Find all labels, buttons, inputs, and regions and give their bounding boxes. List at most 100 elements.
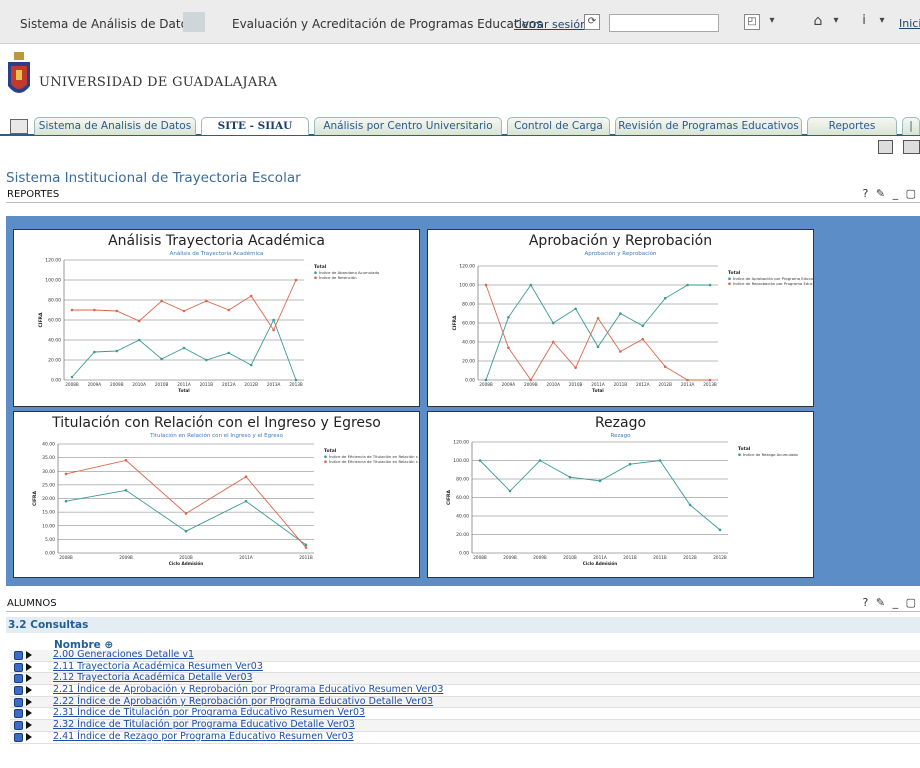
data-point (272, 328, 275, 332)
expand-arrow-icon[interactable] (26, 686, 32, 695)
y-tick-label: 80.00 (48, 298, 61, 304)
chevron-down-icon[interactable]: ▾ (828, 14, 844, 30)
y-tick-label: 60.00 (48, 318, 61, 324)
tab-bar: Sistema de Analisis de Datos SITE - SIIA… (0, 116, 920, 136)
report-link[interactable]: 2.41 Índice de Rezago por Programa Educa… (53, 731, 354, 742)
x-tick-label: 2009B (110, 382, 124, 387)
report-link[interactable]: 2.22 Índice de Aprobación y Reprobación … (53, 696, 433, 707)
view-icon[interactable] (14, 732, 23, 742)
x-tick-label: 2008B (65, 382, 79, 387)
home-link[interactable]: Inicio (899, 17, 920, 30)
chevron-down-icon[interactable]: ▾ (874, 14, 890, 30)
x-tick-label: 2011B (623, 555, 637, 560)
data-point (529, 283, 533, 287)
expand-arrow-icon[interactable] (26, 651, 32, 659)
data-point (160, 299, 163, 303)
view-icon[interactable] (14, 721, 23, 731)
report-link[interactable]: 2.21 Índice de Aprobación y Reprobación … (53, 684, 443, 695)
tab-revision-programas[interactable]: Revisión de Programas Educativos (615, 117, 802, 135)
y-tick-label: 10.00 (42, 523, 55, 529)
app-title: Sistema de Análisis de Datos (20, 17, 195, 31)
chart-rezago[interactable]: Rezago Rezago 0.00 20.00 40.00 60.00 80.00 10… (427, 411, 814, 578)
refresh-icon[interactable]: ⟳ (584, 14, 600, 30)
chart-aprobacion[interactable]: Aprobación y Reprobación Aprobación y Re… (427, 229, 814, 407)
data-point (137, 338, 141, 342)
data-point (508, 489, 512, 493)
view-icon[interactable] (14, 662, 23, 672)
data-point (160, 357, 163, 361)
report-link[interactable]: 2.32 Índice de Titulación por Programa E… (53, 719, 355, 730)
data-point (182, 309, 186, 313)
tab-analisis-centro[interactable]: Análisis por Centro Universitario (314, 117, 502, 135)
y-tick-label: 30.00 (42, 469, 55, 475)
expand-arrow-icon[interactable] (26, 697, 32, 706)
chart-titulacion[interactable]: Titulación con Relación con el Ingreso y… (13, 411, 420, 578)
legend-swatch (728, 277, 731, 280)
view-icon[interactable] (14, 697, 23, 707)
x-tick-label: 2011A (591, 382, 605, 387)
x-tick-label: 2013B (289, 382, 303, 387)
tab-site-siiau[interactable]: SITE - SIIAU (201, 117, 309, 135)
reportes-controls[interactable]: ? ✎ _ ▢ (863, 187, 918, 200)
logout-link[interactable]: Cerrar sesión (514, 17, 587, 31)
x-tick-label: 2009B (524, 382, 538, 387)
tab-control-carga[interactable]: Control de Carga (507, 117, 610, 135)
expand-arrow-icon[interactable] (26, 732, 32, 741)
data-point (205, 299, 208, 303)
data-point (184, 529, 188, 533)
data-point (227, 351, 231, 355)
data-point (249, 294, 253, 298)
report-link[interactable]: 2.11 Trayectoria Académica Resumen Ver03 (53, 661, 263, 672)
legend-swatch (324, 460, 327, 463)
data-point (304, 543, 308, 547)
view-icon[interactable] (14, 709, 23, 719)
search-options-icon[interactable]: ◰ (744, 14, 760, 30)
legend-label: Índice de Retención (319, 275, 357, 280)
edit-page-icon[interactable] (903, 140, 920, 154)
info-icon[interactable]: i (856, 14, 872, 30)
data-point (663, 365, 667, 368)
data-point (184, 512, 188, 515)
logout-label[interactable]: Cerrar sesión (514, 18, 587, 31)
top-bar: Sistema de Análisis de Datos Evaluación … (0, 0, 920, 44)
university-header: UNIVERSIDAD DE GUADALAJARA (0, 44, 920, 110)
x-tick-label: 2012A (636, 382, 650, 387)
home-icon[interactable]: ⌂ (810, 14, 826, 30)
view-icon[interactable] (14, 651, 23, 660)
layout-icon[interactable] (878, 140, 893, 154)
expand-arrow-icon[interactable] (26, 721, 32, 730)
data-point (641, 324, 645, 328)
chevron-down-icon[interactable]: ▾ (764, 14, 780, 30)
chart-trayectoria[interactable]: Análisis Trayectoria Académica Análisis … (13, 229, 420, 407)
y-tick-label: 120.00 (45, 258, 61, 264)
tab-scroll-left-button[interactable]: | (902, 117, 920, 135)
series-line (65, 459, 307, 548)
report-link[interactable]: 2.00 Generaciones Detalle v1 (53, 649, 194, 660)
view-icon[interactable] (14, 674, 23, 684)
data-point (529, 378, 533, 382)
data-point (686, 283, 689, 287)
data-point (507, 316, 510, 319)
view-icon[interactable] (14, 686, 23, 696)
y-tick-label: 60.00 (462, 321, 475, 327)
expand-arrow-icon[interactable] (26, 674, 32, 683)
x-tick-label: 2009B (119, 555, 133, 560)
legend-swatch (738, 453, 741, 456)
legend-swatch (324, 455, 327, 458)
search-input[interactable] (609, 14, 719, 32)
x-axis-label: Total (592, 388, 604, 393)
data-point (507, 346, 510, 349)
report-link[interactable]: 2.31 Índice de Titulación por Programa E… (53, 707, 365, 718)
report-link[interactable]: 2.12 Trayectoria Académica Detalle Ver03 (53, 672, 253, 683)
data-point (596, 316, 600, 320)
tab-sistema-analisis[interactable]: Sistema de Analisis de Datos (34, 117, 196, 135)
tab-reportes[interactable]: Reportes (807, 117, 897, 135)
expand-arrow-icon[interactable] (26, 709, 32, 718)
data-point (294, 378, 298, 382)
context-title: Evaluación y Acreditación de Programas E… (232, 17, 543, 31)
x-tick-label: 2012B (713, 555, 727, 560)
y-tick-label: 25.00 (42, 482, 55, 488)
alumnos-section-header: ALUMNOS ? ✎ _ ▢ (6, 596, 920, 612)
alumnos-controls[interactable]: ? ✎ _ ▢ (863, 596, 918, 609)
expand-arrow-icon[interactable] (26, 662, 32, 671)
